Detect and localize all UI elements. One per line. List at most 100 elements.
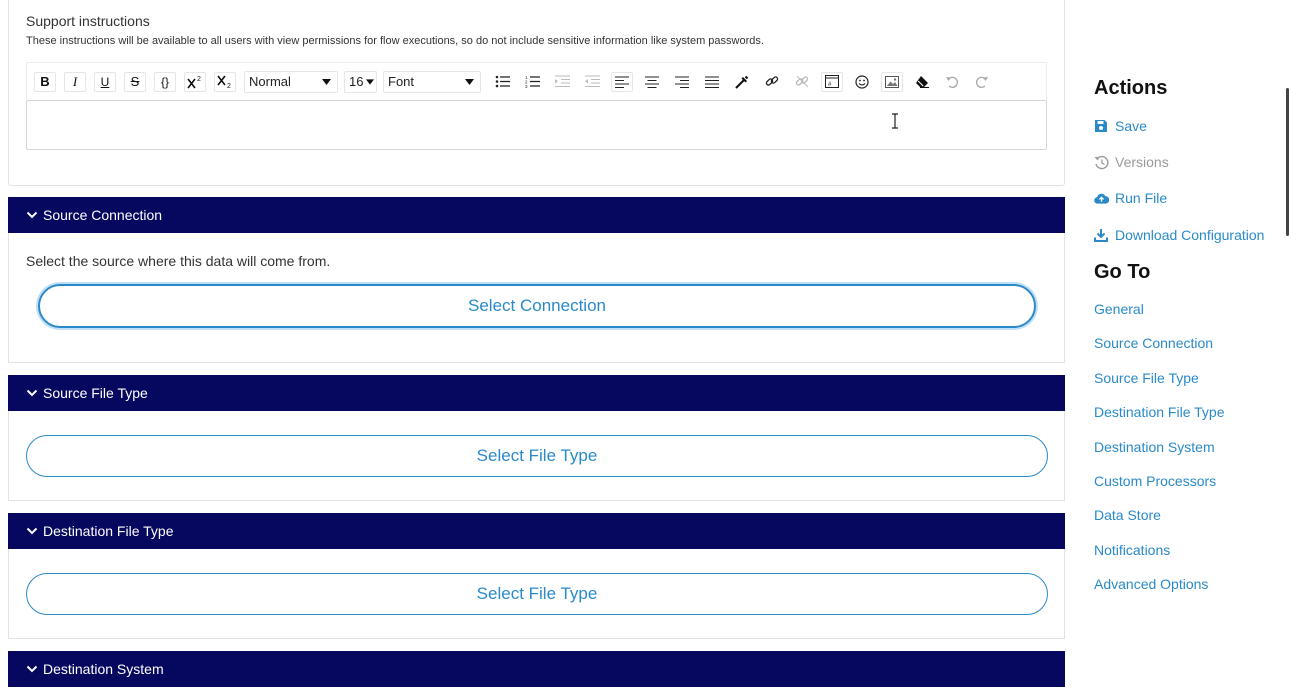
chevron-down-icon <box>26 527 38 535</box>
chevron-down-icon <box>26 389 38 397</box>
history-icon <box>1094 155 1109 170</box>
bullet-list-icon <box>495 75 510 88</box>
select-source-file-type-button[interactable]: Select File Type <box>26 435 1048 477</box>
destination-file-type-section: Destination File Type Select File Type <box>8 513 1065 639</box>
underline-button[interactable]: U <box>94 71 116 92</box>
align-left-button[interactable] <box>611 71 633 92</box>
download-icon <box>1094 228 1109 243</box>
undo-button[interactable] <box>941 71 963 92</box>
smiley-icon <box>855 74 869 89</box>
clear-format-button[interactable] <box>911 71 933 92</box>
indent-icon <box>554 75 570 88</box>
source-connection-description: Select the source where this data will c… <box>26 253 331 269</box>
goto-destination-file-type[interactable]: Destination File Type <box>1094 404 1224 420</box>
run-file-label: Run File <box>1115 190 1168 206</box>
underline-label: U <box>100 74 110 89</box>
bold-button[interactable]: B <box>34 71 56 92</box>
align-justify-icon <box>705 75 719 88</box>
emoji-button[interactable] <box>851 71 873 92</box>
source-connection-header[interactable]: Source Connection <box>8 197 1065 233</box>
source-file-type-header[interactable]: Source File Type <box>8 375 1065 411</box>
destination-system-header[interactable]: Destination System <box>8 651 1065 687</box>
goto-general[interactable]: General <box>1094 301 1144 317</box>
goto-notifications[interactable]: Notifications <box>1094 542 1170 558</box>
main-content: Support instructions These instructions … <box>8 0 1065 687</box>
align-center-button[interactable] <box>641 71 663 92</box>
font-family-value: Font <box>388 74 415 89</box>
goto-advanced-options[interactable]: Advanced Options <box>1094 576 1208 592</box>
redo-button[interactable] <box>971 71 993 92</box>
source-connection-section: Source Connection Select the source wher… <box>8 197 1065 363</box>
superscript-button[interactable]: 2 <box>184 71 206 92</box>
save-action[interactable]: Save <box>1094 118 1147 134</box>
link-icon <box>765 76 778 86</box>
unlink-button[interactable] <box>791 71 813 92</box>
image-button[interactable] <box>881 71 903 92</box>
run-file-action[interactable]: Run File <box>1094 190 1167 206</box>
ordered-list-button[interactable]: 123 <box>521 71 543 92</box>
select-connection-button[interactable]: Select Connection <box>38 284 1036 328</box>
destination-file-type-header[interactable]: Destination File Type <box>8 513 1065 549</box>
color-picker-button[interactable] <box>731 71 753 92</box>
numbered-list-icon: 123 <box>525 75 540 88</box>
align-left-icon <box>615 75 629 88</box>
caret-down-icon <box>366 78 374 85</box>
save-label: Save <box>1115 118 1147 134</box>
image-icon <box>885 75 899 88</box>
strikethrough-button[interactable]: S <box>124 71 146 92</box>
subscript-button[interactable]: 2 <box>214 71 236 92</box>
goto-custom-processors[interactable]: Custom Processors <box>1094 473 1216 489</box>
italic-button[interactable]: I <box>64 71 86 92</box>
support-instructions-editor[interactable] <box>26 100 1047 150</box>
chevron-down-icon <box>26 665 38 673</box>
align-right-icon <box>675 75 689 88</box>
select-destination-file-type-button[interactable]: Select File Type <box>26 573 1048 615</box>
section-title: Source Connection <box>43 207 163 223</box>
outdent-button[interactable] <box>581 71 603 92</box>
support-instructions-title: Support instructions <box>26 13 150 29</box>
goto-heading: Go To <box>1094 261 1151 283</box>
source-file-type-body: Select File Type <box>8 411 1065 501</box>
chevron-down-icon <box>26 211 38 219</box>
redo-icon <box>976 76 988 88</box>
embed-button[interactable]: # <box>821 71 843 92</box>
download-configuration-label: Download Configuration <box>1115 227 1265 243</box>
destination-file-type-body: Select File Type <box>8 549 1065 639</box>
editor-toolbar: B I U S {} 2 2 Normal 16 Font 1 2 3 # <box>26 62 1047 100</box>
goto-source-file-type[interactable]: Source File Type <box>1094 370 1199 386</box>
align-right-button[interactable] <box>671 71 693 92</box>
bold-label: B <box>40 74 50 89</box>
eyedropper-icon <box>735 75 749 89</box>
goto-data-store[interactable]: Data Store <box>1094 507 1161 523</box>
embed-icon: # <box>825 75 839 88</box>
section-title: Destination System <box>43 661 164 677</box>
eraser-icon <box>915 76 929 88</box>
superscript-icon: 2 <box>187 76 201 88</box>
code-label: {} <box>160 74 169 89</box>
download-configuration-action[interactable]: Download Configuration <box>1094 227 1264 243</box>
align-justify-button[interactable] <box>701 71 723 92</box>
goto-destination-system[interactable]: Destination System <box>1094 439 1215 455</box>
goto-source-connection[interactable]: Source Connection <box>1094 335 1213 351</box>
save-icon <box>1094 119 1109 134</box>
unordered-list-button[interactable] <box>491 71 513 92</box>
font-size-select[interactable]: 16 <box>344 70 377 93</box>
section-title: Destination File Type <box>43 523 174 539</box>
svg-text:2: 2 <box>227 83 231 89</box>
source-connection-body: Select the source where this data will c… <box>8 233 1065 363</box>
block-format-value: Normal <box>249 74 291 89</box>
actions-heading: Actions <box>1094 77 1168 99</box>
block-format-select[interactable]: Normal <box>244 70 338 93</box>
undo-icon <box>946 76 958 88</box>
code-button[interactable]: {} <box>154 71 176 92</box>
source-file-type-section: Source File Type Select File Type <box>8 375 1065 501</box>
unlink-icon <box>795 75 808 88</box>
italic-label: I <box>72 73 78 89</box>
svg-text:2: 2 <box>197 76 201 83</box>
versions-action[interactable]: Versions <box>1094 154 1169 170</box>
font-family-select[interactable]: Font <box>383 70 481 93</box>
outdent-icon <box>584 75 600 88</box>
link-button[interactable] <box>761 71 783 92</box>
support-instructions-card: Support instructions These instructions … <box>8 0 1065 186</box>
indent-button[interactable] <box>551 71 573 92</box>
